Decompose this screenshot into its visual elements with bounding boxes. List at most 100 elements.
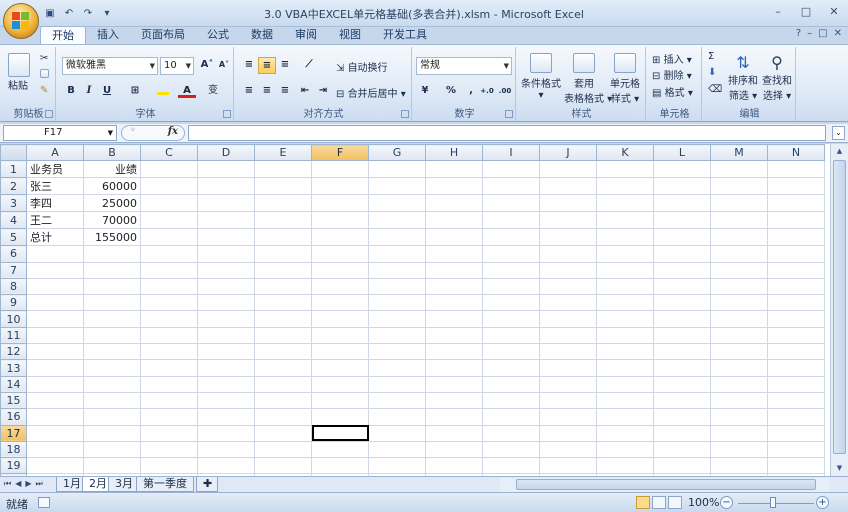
cell-h14[interactable] (425, 375, 483, 393)
cell-f14[interactable] (311, 375, 369, 393)
column-header-n[interactable]: N (767, 144, 825, 162)
wrap-text-button[interactable]: ⇲ 自动换行 (336, 59, 388, 74)
first-sheet-icon[interactable]: ⏮ (4, 479, 11, 489)
cell-g6[interactable] (368, 245, 426, 263)
formula-input[interactable] (188, 125, 826, 141)
conditional-format-button[interactable]: 条件格式 ▾ (520, 53, 562, 101)
prev-sheet-icon[interactable]: ◀ (15, 479, 21, 489)
cell-a19[interactable] (26, 457, 84, 475)
cell-k19[interactable] (596, 457, 654, 475)
cell-b3[interactable]: 25000 (83, 194, 141, 213)
cell-k11[interactable] (596, 326, 654, 345)
cell-m9[interactable] (710, 294, 768, 312)
cell-j6[interactable] (539, 245, 597, 263)
sort-filter-button[interactable]: ⇅ 排序和 筛选 ▾ (726, 53, 760, 102)
cell-a3[interactable]: 李四 (26, 194, 84, 213)
phonetic-button[interactable]: 变 (204, 83, 222, 100)
insert-function-button[interactable]: fx (168, 126, 178, 137)
cell-a2[interactable]: 张三 (26, 177, 84, 196)
cell-k14[interactable] (596, 375, 654, 393)
cell-k18[interactable] (596, 440, 654, 459)
cell-f3[interactable] (311, 194, 369, 213)
cell-h3[interactable] (425, 194, 483, 213)
cell-l7[interactable] (653, 261, 711, 279)
cell-n10[interactable] (767, 310, 825, 328)
cell-n4[interactable] (767, 211, 825, 230)
cell-k1[interactable] (596, 160, 654, 179)
cell-l1[interactable] (653, 160, 711, 179)
select-all-corner[interactable] (0, 144, 27, 162)
cell-m16[interactable] (710, 408, 768, 426)
cell-j8[interactable] (539, 277, 597, 296)
cell-f7[interactable] (311, 261, 369, 279)
cell-g11[interactable] (368, 326, 426, 345)
align-right-icon[interactable]: ≡ (276, 83, 294, 100)
cell-n14[interactable] (767, 375, 825, 393)
align-center-icon[interactable]: ≡ (258, 83, 276, 100)
row-header[interactable]: 15 (0, 391, 27, 410)
borders-icon[interactable]: ⊞ (126, 83, 144, 100)
cell-i3[interactable] (482, 194, 540, 213)
cell-c7[interactable] (140, 261, 198, 279)
cell-i18[interactable] (482, 440, 540, 459)
cell-l9[interactable] (653, 294, 711, 312)
cell-a10[interactable] (26, 310, 84, 328)
cell-h19[interactable] (425, 457, 483, 475)
cell-h11[interactable] (425, 326, 483, 345)
cell-l4[interactable] (653, 211, 711, 230)
cell-k16[interactable] (596, 408, 654, 426)
cell-i15[interactable] (482, 391, 540, 410)
cell-k2[interactable] (596, 177, 654, 196)
find-select-button[interactable]: ⚲ 查找和 选择 ▾ (760, 53, 794, 102)
row-header[interactable]: 11 (0, 326, 27, 345)
cell-b2[interactable]: 60000 (83, 177, 141, 196)
column-header-m[interactable]: M (710, 144, 768, 162)
cell-g12[interactable] (368, 343, 426, 361)
normal-view-icon[interactable] (636, 496, 650, 509)
scroll-down-icon[interactable]: ▼ (833, 462, 846, 475)
cell-k3[interactable] (596, 194, 654, 213)
cell-d11[interactable] (197, 326, 255, 345)
tab-page-layout[interactable]: 页面布局 (130, 26, 196, 44)
cell-g15[interactable] (368, 391, 426, 410)
cell-c14[interactable] (140, 375, 198, 393)
cell-d10[interactable] (197, 310, 255, 328)
cut-icon[interactable]: ✂ (40, 53, 48, 64)
next-sheet-icon[interactable]: ▶ (25, 479, 31, 489)
cell-m5[interactable] (710, 228, 768, 247)
cell-c1[interactable] (140, 160, 198, 179)
cell-c3[interactable] (140, 194, 198, 213)
cell-a1[interactable]: 业务员 (26, 160, 84, 179)
cell-e8[interactable] (254, 277, 312, 296)
shrink-font-button[interactable]: A˅ (215, 57, 233, 74)
cell-i6[interactable] (482, 245, 540, 263)
cell-e4[interactable] (254, 211, 312, 230)
cell-b6[interactable] (83, 245, 141, 263)
cell-e13[interactable] (254, 359, 312, 377)
italic-button[interactable]: I (80, 83, 98, 100)
cell-f5[interactable] (311, 228, 369, 247)
cell-g9[interactable] (368, 294, 426, 312)
cell-h15[interactable] (425, 391, 483, 410)
align-bottom-icon[interactable]: ≡ (276, 57, 294, 74)
cell-l14[interactable] (653, 375, 711, 393)
cell-b11[interactable] (83, 326, 141, 345)
tab-data[interactable]: 数据 (240, 26, 284, 44)
cell-b17[interactable] (83, 424, 141, 442)
cell-j11[interactable] (539, 326, 597, 345)
cell-l8[interactable] (653, 277, 711, 296)
cell-a13[interactable] (26, 359, 84, 377)
cell-k4[interactable] (596, 211, 654, 230)
cell-k6[interactable] (596, 245, 654, 263)
column-header-g[interactable]: G (368, 144, 426, 162)
cell-e11[interactable] (254, 326, 312, 345)
cell-e17[interactable] (254, 424, 312, 442)
tab-review[interactable]: 审阅 (284, 26, 328, 44)
increase-indent-icon[interactable]: ⇥ (314, 83, 332, 100)
cell-c15[interactable] (140, 391, 198, 410)
cell-e15[interactable] (254, 391, 312, 410)
cell-b12[interactable] (83, 343, 141, 361)
cell-e7[interactable] (254, 261, 312, 279)
row-header[interactable]: 7 (0, 261, 27, 279)
font-size-combo[interactable]: 10 ▼ (160, 57, 194, 75)
